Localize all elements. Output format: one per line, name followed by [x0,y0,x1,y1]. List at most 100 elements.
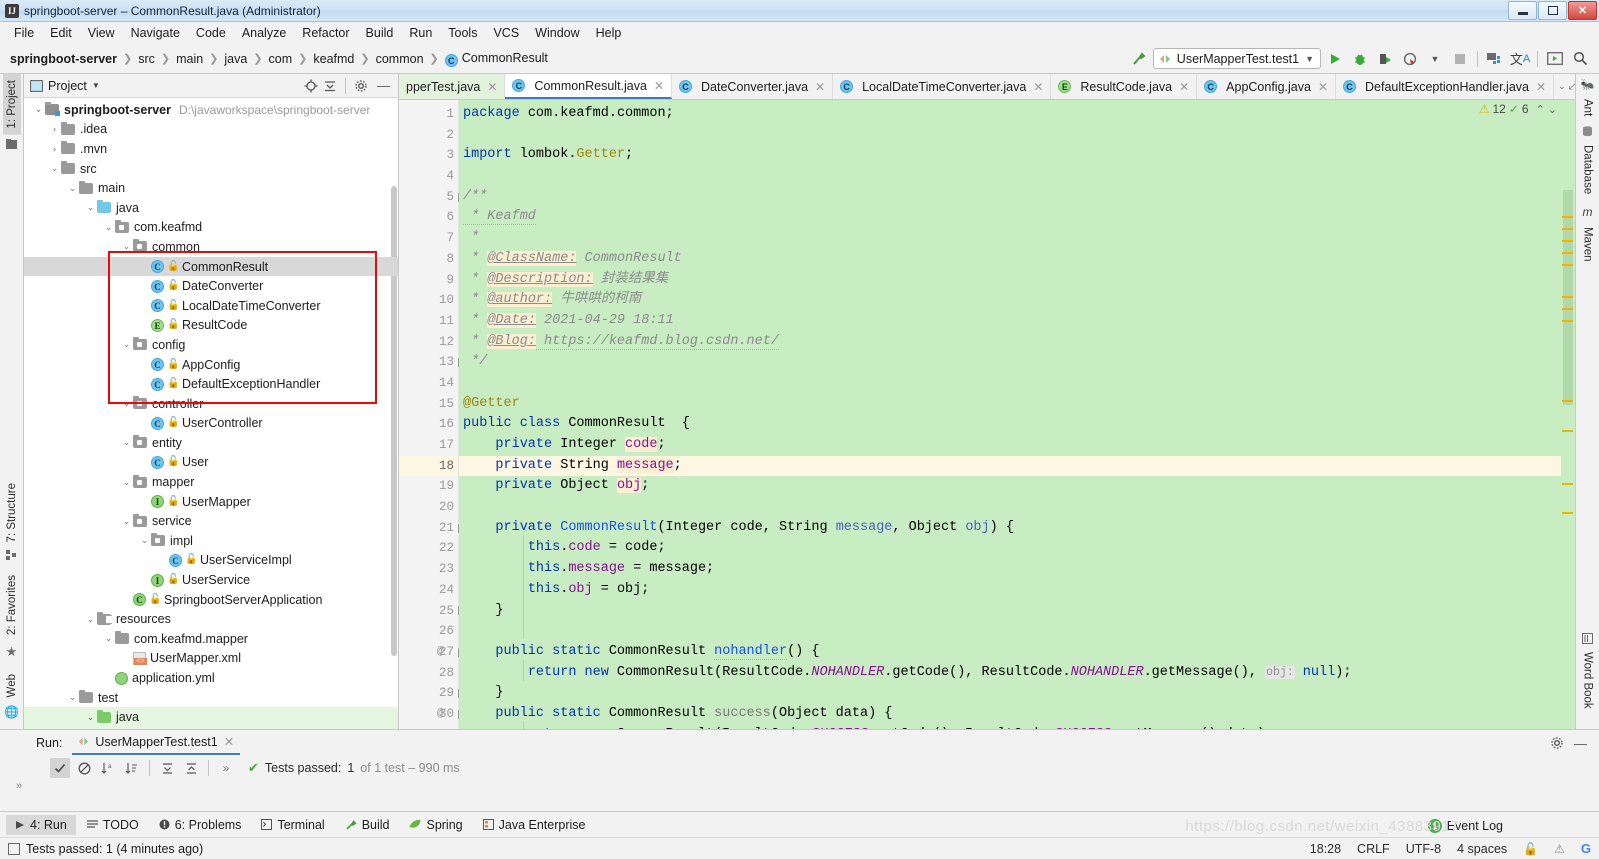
maximize-button[interactable] [1538,1,1567,20]
locate-icon[interactable] [304,79,318,93]
chevron-down-icon[interactable]: ⌄ [102,222,115,233]
tree-row-mvn[interactable]: › .mvn [24,139,398,159]
bottom-tab-spring[interactable]: Spring [400,815,471,835]
menu-run[interactable]: Run [401,24,440,42]
tree-row-resultcode[interactable]: E 🔓 ResultCode [24,316,398,336]
menu-refactor[interactable]: Refactor [294,24,357,42]
collapse-all-icon[interactable] [323,79,337,93]
tab-usermappertest[interactable]: pperTest.java ✕ [399,74,506,99]
menu-edit[interactable]: Edit [42,24,80,42]
tree-row-test-com-keafmd[interactable]: ⌄ com.keafmd [24,727,398,729]
lock-icon[interactable]: 🔓 [1523,842,1538,856]
project-structure-button[interactable] [1484,48,1506,70]
code-content[interactable]: package com.keafmd.common; import lombok… [459,100,1561,729]
tree-row-entity[interactable]: ⌄ entity [24,433,398,453]
google-icon[interactable]: G [1581,841,1591,856]
chevron-down-icon[interactable]: ⌄ [120,398,133,409]
menu-analyze[interactable]: Analyze [234,24,294,42]
tree-row-com-keafmd[interactable]: ⌄ com.keafmd [24,218,398,238]
tab-defaultexceptionhandler[interactable]: C DefaultExceptionHandler.java ✕ [1336,74,1555,99]
tree-row-application-yml[interactable]: application.yml [24,668,398,688]
tree-row-src[interactable]: ⌄ src [24,159,398,179]
notification-icon[interactable]: ⚠ [1554,842,1565,856]
chevron-up-icon[interactable]: ⌃ [1536,103,1545,116]
tree-row-usercontroller[interactable]: C 🔓 UserController [24,414,398,434]
code-editor[interactable]: 1 2 3 4 5− 6 7 8 9 10 11 12 13 14 15 16 [399,100,1575,729]
breadcrumb-item-keafmd[interactable]: keafmd [311,51,356,67]
breadcrumb-item-class[interactable]: C CommonResult [443,50,550,68]
sort-alphabetically-icon[interactable]: a [98,758,118,778]
run-tab-usermappertest[interactable]: UserMapperTest.test1 ✕ [72,731,241,755]
tab-dateconverter[interactable]: C DateConverter.java ✕ [672,74,834,99]
breadcrumb-item-project[interactable]: springboot-server [8,51,119,67]
tree-row-main[interactable]: ⌄ main [24,178,398,198]
tree-row-config[interactable]: ⌄ config [24,335,398,355]
expand-all-icon[interactable] [157,758,177,778]
sidebar-item-word-book[interactable]: Word Book [1579,646,1597,715]
close-icon[interactable]: ✕ [815,80,825,94]
status-encoding[interactable]: UTF-8 [1406,842,1441,856]
tab-commonresult[interactable]: C CommonResult.java ✕ [505,74,673,99]
tree-row-controller[interactable]: ⌄ controller [24,394,398,414]
sidebar-item-maven[interactable]: Maven [1579,221,1597,268]
collapse-all-icon[interactable] [181,758,201,778]
more-icon[interactable]: » [216,758,236,778]
breadcrumb-item-src[interactable]: src [136,51,157,67]
tree-row-user[interactable]: C 🔓 User [24,453,398,473]
close-icon[interactable]: ✕ [1033,80,1043,94]
tree-row-commonresult[interactable]: C 🔓 CommonResult [24,256,398,277]
tree-row-com-keafmd-mapper[interactable]: ⌄ com.keafmd.mapper [24,629,398,649]
close-icon[interactable]: ✕ [1179,80,1189,94]
menu-tools[interactable]: Tools [440,24,485,42]
close-icon[interactable]: ✕ [1536,80,1546,94]
chevron-down-icon[interactable]: ⌄ [66,692,79,703]
annotation-marker[interactable]: @ [437,642,444,663]
hide-icon[interactable]: — [373,78,394,93]
build-hammer-icon[interactable] [1128,48,1150,70]
editor-marker-bar[interactable] [1561,100,1575,729]
sidebar-item-structure[interactable]: 7: Structure [3,477,21,548]
chevron-down-icon[interactable]: ⌄ [32,104,45,115]
chevron-down-icon[interactable]: ⌄ [120,477,133,488]
sidebar-item-web[interactable]: Web [3,668,21,703]
close-icon[interactable]: ✕ [487,80,497,94]
menu-build[interactable]: Build [358,24,402,42]
bottom-tab-problems[interactable]: 6: Problems [150,815,251,835]
tree-row-mapper[interactable]: ⌄ mapper [24,472,398,492]
chevron-down-icon[interactable]: ⌄ [102,633,115,644]
minimize-button[interactable] [1508,1,1537,20]
chevron-down-icon[interactable]: ⌄ [138,535,151,546]
menu-vcs[interactable]: VCS [485,24,527,42]
close-icon[interactable]: ✕ [654,79,664,93]
menu-window[interactable]: Window [527,24,587,42]
chevron-down-icon[interactable]: ⌄ [84,712,97,723]
breadcrumb-item-java[interactable]: java [222,51,249,67]
chevron-down-icon[interactable]: ⌄ [1558,81,1566,92]
tree-row-resources[interactable]: ⌄ resources [24,609,398,629]
hide-ignored-icon[interactable] [74,758,94,778]
chevron-down-icon[interactable]: ⌄ [120,516,133,527]
sidebar-item-database[interactable]: Database [1579,139,1597,200]
close-button[interactable]: ✕ [1568,1,1597,20]
project-tree[interactable]: ⌄ springboot-server D:\javaworkspace\spr… [24,98,398,729]
breadcrumb-item-main[interactable]: main [174,51,205,67]
settings-gear-icon[interactable] [354,79,368,93]
chevron-down-icon[interactable]: ⌄ [120,241,133,252]
annotation-marker[interactable]: @ [437,704,444,725]
tree-row-usermapper-xml[interactable]: UserMapper.xml [24,649,398,669]
search-everywhere-button[interactable] [1569,48,1591,70]
sidebar-item-project[interactable]: 1: Project [2,74,21,135]
chevron-down-icon[interactable]: ▼ [92,81,100,90]
chevron-down-icon[interactable]: ⌄ [48,163,61,174]
sidebar-item-ant[interactable]: Ant [1579,93,1597,122]
chevron-right-icon[interactable]: › [48,124,61,134]
tree-row-userserviceimpl[interactable]: C 🔓 UserServiceImpl [24,551,398,571]
run-with-coverage-button[interactable] [1374,48,1396,70]
inspection-widget[interactable]: ⚠ 12 ✓ 6 ⌃ ⌄ [1479,102,1557,116]
tree-row-usermapper[interactable]: I 🔓 UserMapper [24,492,398,512]
chevron-right-icon[interactable]: › [48,144,61,154]
run-button[interactable] [1324,48,1346,70]
close-icon[interactable]: ✕ [1318,80,1328,94]
bottom-tab-java-enterprise[interactable]: Java Enterprise [474,815,595,835]
editor-gutter[interactable]: 1 2 3 4 5− 6 7 8 9 10 11 12 13 14 15 16 [399,100,467,729]
